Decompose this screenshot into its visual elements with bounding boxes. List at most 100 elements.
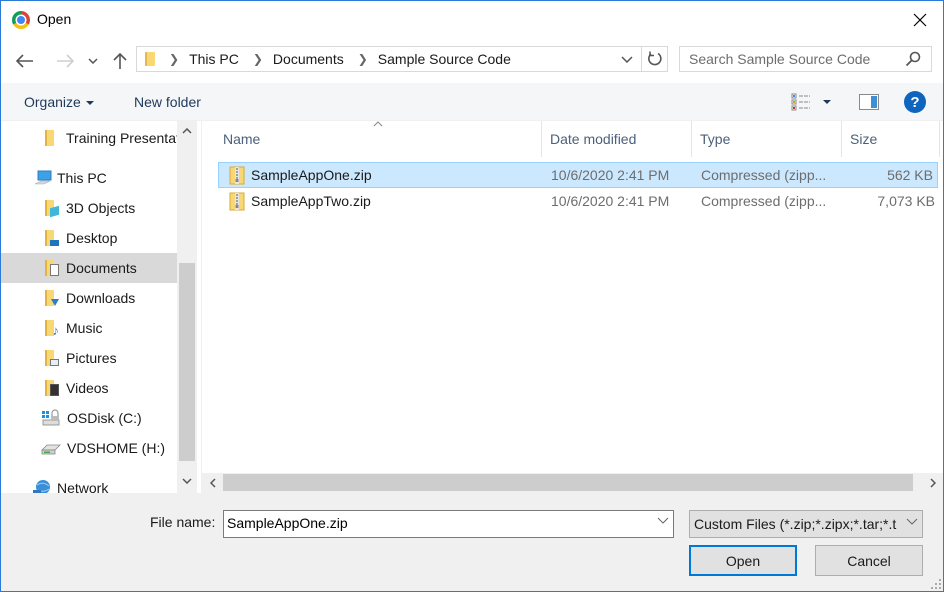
close-button[interactable] (897, 1, 943, 39)
file-name: SampleAppOne.zip (251, 167, 372, 183)
file-row[interactable]: SampleAppOne.zip 10/6/2020 2:41 PM Compr… (218, 162, 938, 188)
sidebar-item-music[interactable]: ♪ Music (1, 313, 177, 343)
address-bar[interactable]: ❯ This PC ❯ Documents ❯ Sample Source Co… (136, 46, 668, 72)
scroll-up-button[interactable] (177, 121, 197, 141)
desktop-folder-icon (45, 229, 59, 247)
file-type: Compressed (zipp... (701, 193, 827, 209)
sidebar-item-downloads[interactable]: Downloads (1, 283, 177, 313)
documents-folder-icon (45, 259, 59, 277)
sidebar-item-desktop[interactable]: Desktop (1, 223, 177, 253)
sidebar-item-label: Documents (66, 260, 137, 276)
address-history-button[interactable] (615, 47, 639, 71)
search-icon[interactable] (905, 51, 921, 67)
caret-down-icon (85, 101, 94, 106)
chevron-down-icon (621, 55, 633, 63)
sidebar-item-this-pc[interactable]: This PC (1, 163, 177, 193)
breadcrumb-separator-icon: ❯ (252, 52, 263, 66)
sidebar-item-3d-objects[interactable]: 3D Objects (1, 193, 177, 223)
refresh-button[interactable] (641, 47, 667, 71)
up-button[interactable] (108, 49, 132, 73)
organize-label: Organize (24, 94, 81, 110)
organize-menu-button[interactable]: Organize (24, 94, 94, 110)
sidebar-item-training-presentations[interactable]: Training Presentations (1, 123, 177, 153)
sidebar-item-label: Downloads (66, 290, 136, 306)
command-toolbar: Organize New folder ? (1, 83, 943, 121)
close-icon (913, 13, 927, 27)
system-drive-icon (42, 409, 60, 426)
network-drive-icon (41, 444, 61, 455)
sidebar-item-label: VDSHOME (H:) (67, 440, 165, 456)
resize-grip-icon[interactable] (931, 579, 941, 589)
music-folder-icon: ♪ (45, 319, 59, 337)
chevron-up-icon (182, 128, 192, 134)
breadcrumb-documents[interactable]: Documents (273, 51, 344, 67)
scroll-down-button[interactable] (177, 471, 197, 491)
sidebar-item-osdisk[interactable]: OSDisk (C:) (1, 403, 177, 433)
zip-file-icon (229, 192, 245, 211)
scroll-left-button[interactable] (203, 473, 223, 493)
file-name: SampleAppTwo.zip (251, 193, 371, 209)
sidebar-item-network[interactable]: Network (1, 473, 177, 493)
chevron-left-icon (210, 478, 216, 488)
open-button[interactable]: Open (689, 545, 797, 576)
column-header-size[interactable]: Size (842, 121, 940, 157)
refresh-icon (647, 51, 662, 66)
back-arrow-icon (16, 54, 33, 68)
breadcrumb-this-pc[interactable]: This PC (189, 51, 239, 67)
column-header-name[interactable]: Name (215, 121, 542, 157)
file-name-label: File name: (150, 514, 216, 530)
breadcrumb-sample-source-code[interactable]: Sample Source Code (378, 51, 511, 67)
scroll-right-button[interactable] (923, 473, 943, 493)
sidebar-vertical-scrollbar[interactable] (177, 121, 197, 493)
bottom-panel: File name: Custom Files (*.zip;*.zipx;*.… (1, 493, 943, 591)
chrome-icon (12, 11, 30, 29)
navigation-pane: Training Presentations This PC 3D Object… (1, 121, 197, 493)
file-list: Name Date modified Type Size SampleAppOn… (201, 121, 943, 473)
computer-icon (34, 170, 52, 185)
file-type: Compressed (zipp... (701, 167, 827, 183)
breadcrumb-separator-icon: ❯ (169, 52, 180, 66)
sidebar-item-vdshome[interactable]: VDSHOME (H:) (1, 433, 177, 463)
sidebar-item-label: 3D Objects (66, 200, 136, 216)
file-row[interactable]: SampleAppTwo.zip 10/6/2020 2:41 PM Compr… (219, 189, 939, 215)
file-size: 562 KB (887, 167, 933, 183)
cancel-button[interactable]: Cancel (815, 545, 923, 576)
column-header-date-modified[interactable]: Date modified (542, 121, 692, 157)
videos-folder-icon (45, 379, 59, 397)
scrollbar-thumb[interactable] (223, 474, 913, 491)
file-name-input[interactable] (227, 515, 637, 531)
new-folder-button[interactable]: New folder (134, 94, 201, 110)
dialog-title: Open (37, 11, 72, 27)
folder-icon (145, 52, 155, 66)
sidebar-item-label: This PC (57, 170, 107, 186)
preview-pane-button[interactable] (859, 94, 879, 110)
file-date: 10/6/2020 2:41 PM (551, 167, 670, 183)
downloads-folder-icon (45, 289, 59, 307)
help-button[interactable]: ? (904, 91, 926, 113)
file-type-value: Custom Files (*.zip;*.zipx;*.tar;*.t (694, 516, 897, 532)
file-size: 7,073 KB (877, 193, 935, 209)
scrollbar-thumb[interactable] (179, 263, 195, 461)
chevron-down-icon[interactable] (657, 517, 669, 525)
sidebar-item-label: Training Presentations (66, 130, 177, 146)
recent-locations-button[interactable] (83, 49, 103, 73)
back-button[interactable] (13, 49, 37, 73)
file-date: 10/6/2020 2:41 PM (551, 193, 670, 209)
search-box[interactable] (679, 46, 932, 72)
file-list-horizontal-scrollbar[interactable] (201, 473, 943, 493)
forward-button[interactable] (53, 49, 77, 73)
network-icon (33, 480, 50, 493)
file-type-select[interactable]: Custom Files (*.zip;*.zipx;*.tar;*.t (689, 510, 923, 538)
open-file-dialog: Open ❯ This PC ❯ Documents ❯ Sample Sour… (0, 0, 944, 592)
chevron-right-icon (930, 478, 936, 488)
sidebar-item-pictures[interactable]: Pictures (1, 343, 177, 373)
details-view-icon[interactable] (791, 93, 811, 111)
search-input[interactable] (689, 51, 889, 67)
chevron-down-icon (88, 58, 98, 64)
column-header-type[interactable]: Type (692, 121, 842, 157)
sidebar-item-videos[interactable]: Videos (1, 373, 177, 403)
sidebar-item-documents[interactable]: Documents (1, 253, 177, 283)
view-options-caret-icon[interactable] (823, 100, 831, 104)
file-name-combobox[interactable] (223, 510, 674, 538)
sidebar-item-label: Pictures (66, 350, 117, 366)
